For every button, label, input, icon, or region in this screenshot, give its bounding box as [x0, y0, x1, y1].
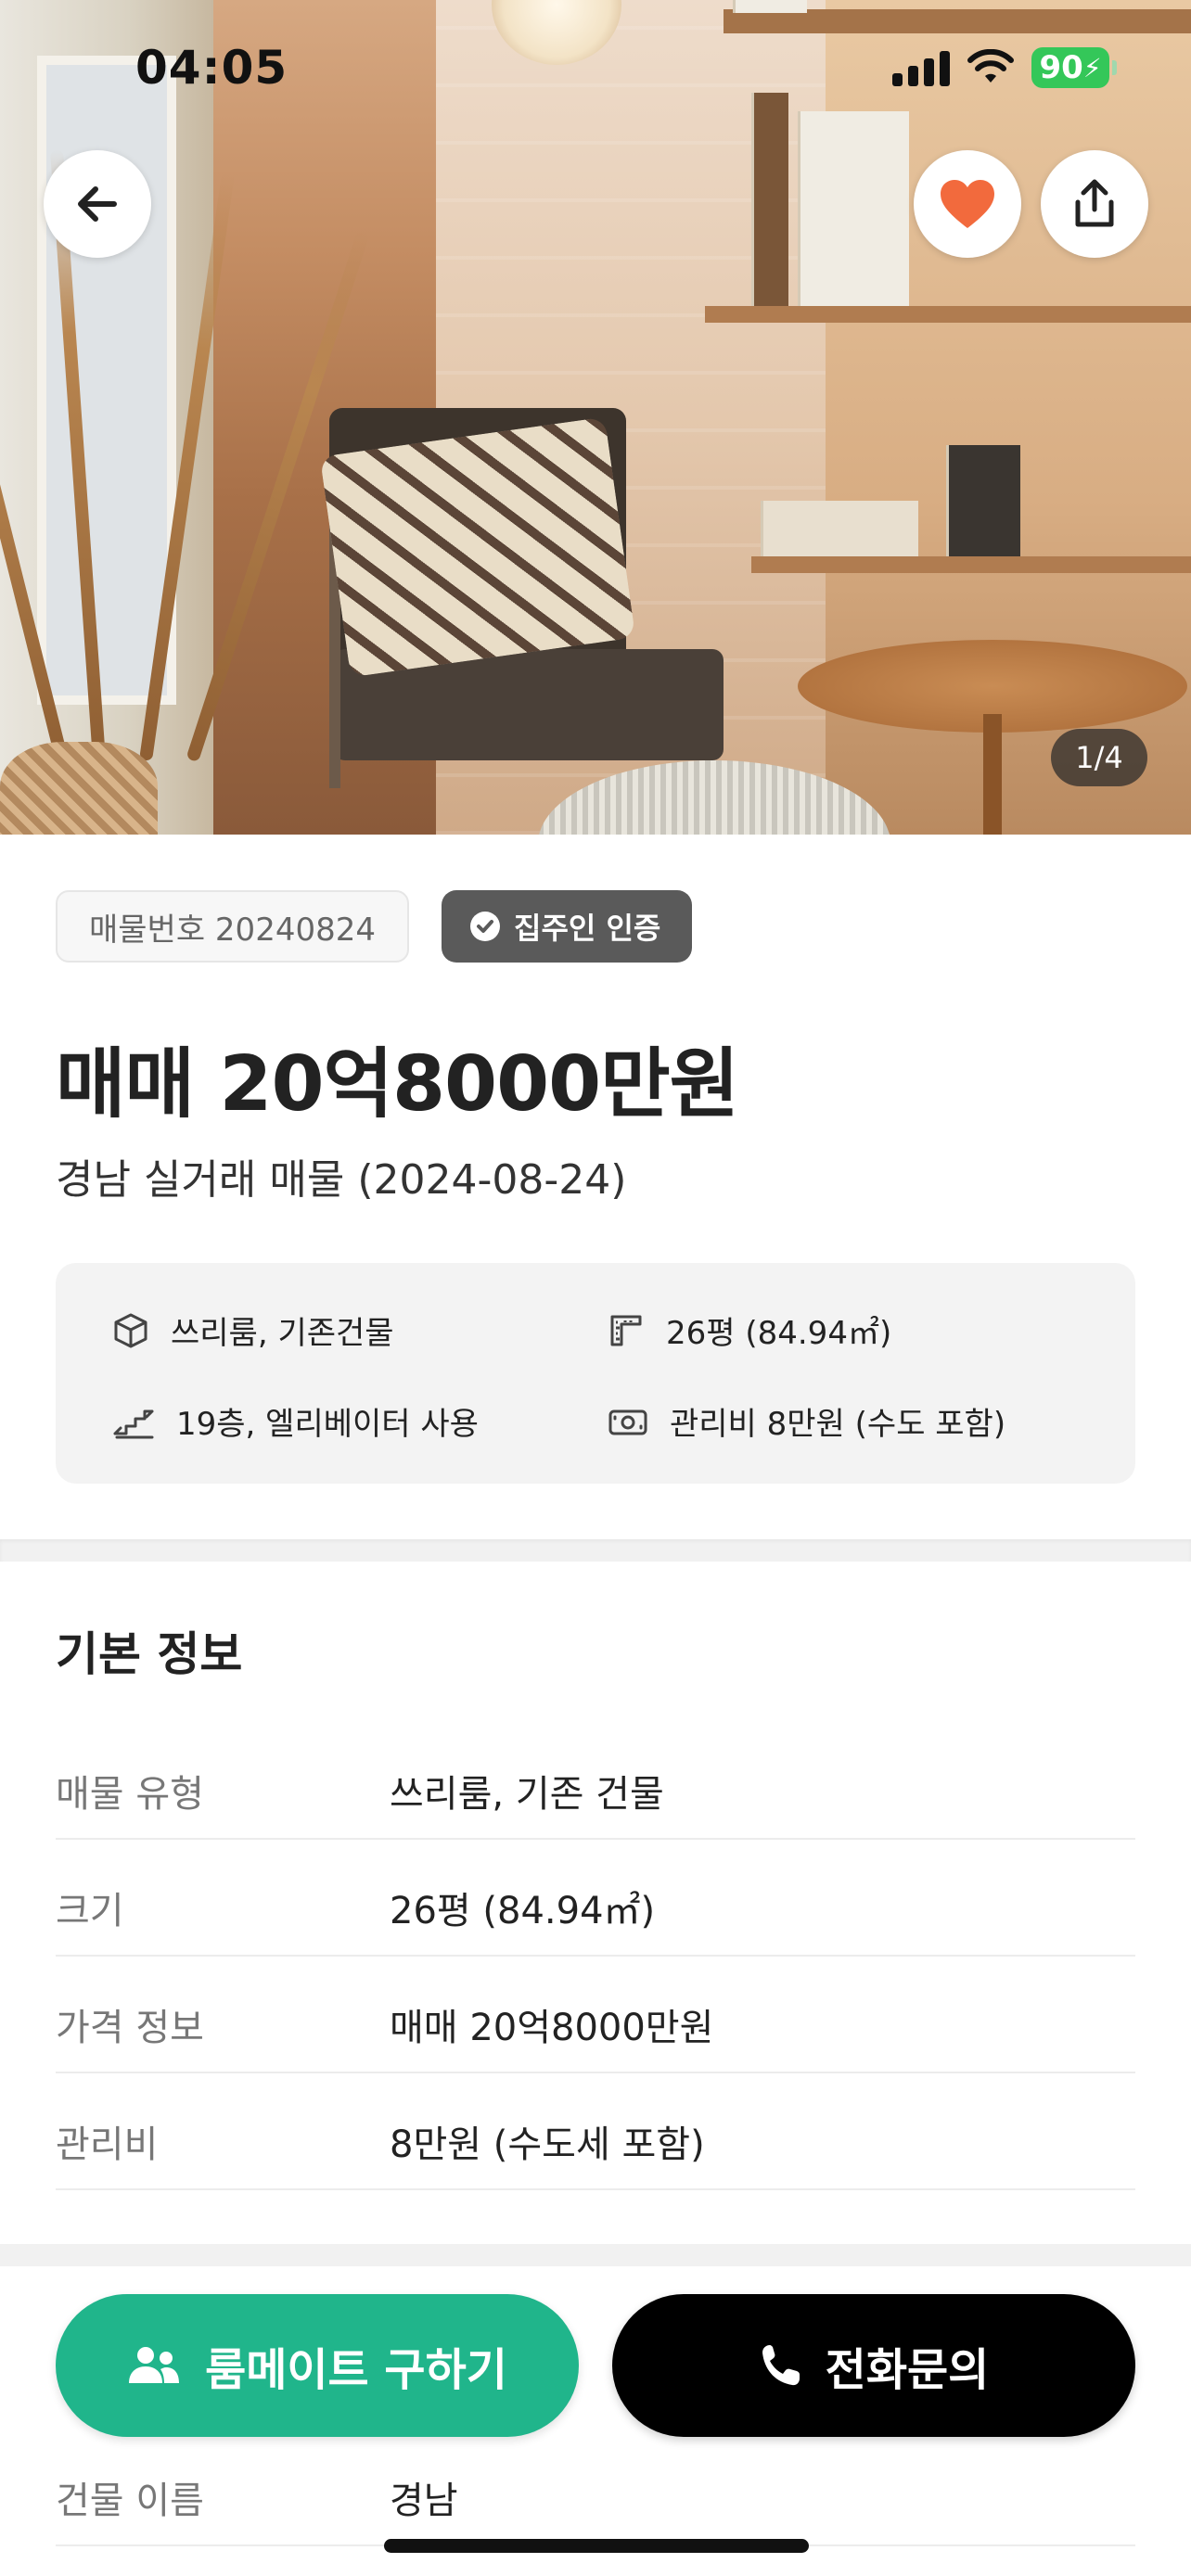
info-row-size: 크기 26평 (84.94㎡)	[56, 1840, 1135, 1957]
price-title: 매매 20억8000만원	[56, 1040, 739, 1129]
verified-badge-label: 집주인 인증	[514, 911, 661, 946]
info-value: 경남	[390, 2480, 458, 2522]
verified-badge: 집주인 인증	[442, 890, 693, 963]
photo-vase	[0, 742, 158, 835]
call-inquiry-label: 전화문의	[825, 2344, 990, 2396]
photo-pillow	[319, 416, 636, 678]
find-roommate-button[interactable]: 룸메이트 구하기	[56, 2294, 579, 2437]
share-button[interactable]	[1041, 150, 1148, 258]
battery-level: 90	[1039, 49, 1083, 86]
call-inquiry-button[interactable]: 전화문의	[612, 2294, 1135, 2437]
check-circle-icon	[470, 912, 500, 941]
section-divider	[0, 1539, 1191, 1562]
info-value: 26평 (84.94㎡)	[390, 1890, 656, 1932]
basic-info-title: 기본 정보	[56, 1627, 243, 1681]
stairs-icon	[113, 1409, 154, 1438]
people-icon	[129, 2347, 180, 2383]
listing-subtitle: 경남 실거래 매물 (2024-08-24)	[56, 1156, 627, 1204]
arrow-left-icon	[78, 186, 117, 222]
feature-floor-text: 19층, 엘리베이터 사용	[176, 1406, 479, 1443]
photo-book	[761, 501, 918, 556]
photo-table-leg	[983, 714, 1002, 835]
feature-fee-text: 관리비 8만원 (수도 포함)	[670, 1406, 1006, 1443]
battery-icon: 90 ⚡	[1031, 47, 1117, 88]
feature-room-type: 쓰리룸, 기존건물	[111, 1307, 394, 1353]
feature-room-type-text: 쓰리룸, 기존건물	[171, 1315, 394, 1352]
cube-icon	[114, 1313, 147, 1347]
feature-size: 26평 (84.94㎡)	[607, 1307, 891, 1353]
photo-counter: 1/4	[1051, 729, 1147, 786]
info-label: 가격 정보	[56, 2007, 204, 2049]
status-icons: 90 ⚡	[892, 45, 1117, 91]
info-label: 크기	[56, 1890, 124, 1932]
like-button[interactable]	[914, 150, 1021, 258]
photo-book	[733, 0, 807, 13]
info-value: 매매 20억8000만원	[390, 2007, 714, 2049]
info-row-fee: 관리비 8만원 (수도세 포함)	[56, 2073, 1135, 2190]
phone-icon	[762, 2345, 800, 2386]
heart-icon	[941, 180, 994, 228]
info-row-price: 가격 정보 매매 20억8000만원	[56, 1957, 1135, 2073]
photo-shelf-middle	[705, 306, 1191, 323]
signal-icon	[892, 49, 950, 86]
find-roommate-label: 룸메이트 구하기	[205, 2344, 507, 2396]
section-divider	[0, 2244, 1191, 2266]
info-label: 관리비	[56, 2123, 159, 2166]
photo-book	[946, 445, 1020, 556]
listing-number-tag: 매물번호 20240824	[56, 890, 409, 963]
feature-floor: 19층, 엘리베이터 사용	[111, 1398, 479, 1444]
floorplan-icon	[610, 1315, 642, 1345]
cash-icon	[608, 1409, 647, 1435]
feature-fee: 관리비 8만원 (수도 포함)	[607, 1398, 1005, 1444]
info-row-type: 매물 유형 쓰리룸, 기존 건물	[56, 1723, 1135, 1840]
photo-book	[751, 93, 788, 306]
feature-summary: 쓰리룸, 기존건물 26평 (84.94㎡) 19층, 엘리베이터 사용 관리비…	[56, 1263, 1135, 1484]
info-row-building: 건물 이름 경남	[56, 2429, 1135, 2546]
wifi-icon	[967, 49, 1014, 83]
photo-shelf-bottom	[751, 556, 1191, 573]
info-value: 8만원 (수도세 포함)	[390, 2123, 705, 2166]
photo-book	[798, 111, 909, 306]
info-value: 쓰리룸, 기존 건물	[390, 1773, 664, 1816]
info-label: 매물 유형	[56, 1773, 204, 1816]
feature-size-text: 26평 (84.94㎡)	[666, 1315, 892, 1352]
status-time: 04:05	[135, 41, 288, 95]
info-label: 건물 이름	[56, 2480, 204, 2522]
listing-photo[interactable]	[0, 0, 1191, 835]
back-button[interactable]	[44, 150, 151, 258]
home-indicator[interactable]	[384, 2539, 809, 2553]
share-icon	[1075, 179, 1114, 227]
